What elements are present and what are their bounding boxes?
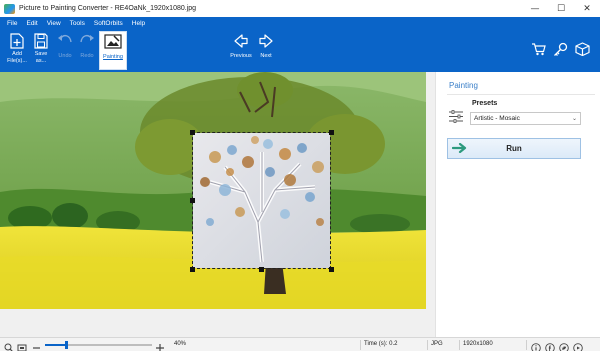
zoom-percent: 40% [174, 341, 187, 347]
status-separator [459, 340, 460, 350]
selection-handle-top-right[interactable] [329, 130, 334, 135]
save-as-button[interactable]: Save as... [31, 33, 51, 64]
zoom-slider-fill [45, 344, 66, 346]
ribbon-toolbar: Add File(s)... Save as... Undo Redo Pain… [0, 30, 600, 72]
zoom-in-icon[interactable] [155, 340, 165, 351]
box-icon[interactable] [575, 42, 590, 61]
zoom-fit-icon[interactable] [4, 340, 14, 351]
selection-handle-left[interactable] [190, 198, 195, 203]
maximize-button[interactable]: ☐ [548, 0, 574, 17]
image-canvas[interactable] [0, 72, 426, 309]
arrow-right-icon [259, 34, 273, 48]
undo-icon [58, 34, 72, 43]
previous-label: Previous [230, 53, 252, 59]
processing-time: Time (s): 0.2 [364, 341, 398, 347]
canvas-gutter [426, 72, 435, 337]
painting-tab[interactable]: Painting [99, 31, 127, 70]
image-dimensions: 1920x1080 [463, 341, 493, 347]
zoom-out-icon[interactable] [32, 340, 41, 351]
add-files-button[interactable]: Add File(s)... [6, 33, 28, 64]
selection-handle-bottom-right[interactable] [329, 267, 334, 272]
window-title: Picture to Painting Converter - RE4OaNk_… [19, 5, 197, 12]
facebook-icon[interactable] [545, 340, 555, 351]
close-button[interactable]: ✕ [574, 0, 600, 17]
key-icon[interactable] [553, 42, 568, 61]
zoom-slider[interactable] [45, 341, 152, 349]
presets-selected-value: Artistic - Mosaic [474, 115, 520, 122]
menu-file[interactable]: File [7, 20, 17, 27]
run-label: Run [506, 144, 522, 153]
add-file-icon [10, 33, 24, 49]
image-format: JPG [431, 341, 443, 347]
fit-screen-icon[interactable] [17, 340, 27, 351]
app-logo-icon [4, 3, 15, 14]
status-separator [360, 340, 361, 350]
minimize-button[interactable]: — [522, 0, 548, 17]
run-button[interactable]: Run [447, 138, 581, 159]
chevron-down-icon: ⌄ [571, 115, 577, 122]
status-separator [427, 340, 428, 350]
menu-edit[interactable]: Edit [26, 20, 37, 27]
next-button[interactable]: Next [256, 33, 276, 60]
menu-tools[interactable]: Tools [70, 20, 85, 27]
info-icon[interactable] [531, 340, 541, 351]
save-icon [34, 33, 48, 49]
painting-icon [104, 34, 122, 49]
presets-label: Presets [472, 100, 498, 107]
redo-label: Redo [80, 53, 94, 59]
undo-button[interactable]: Undo [55, 33, 75, 60]
redo-button[interactable]: Redo [77, 33, 97, 60]
painting-label: Painting [103, 54, 123, 60]
crop-selection[interactable] [192, 132, 331, 269]
menu-softorbits[interactable]: SoftOrbits [94, 20, 123, 27]
previous-button[interactable]: Previous [229, 33, 253, 60]
next-label: Next [260, 53, 272, 59]
presets-dropdown[interactable]: Artistic - Mosaic ⌄ [470, 112, 581, 125]
panel-title: Painting [449, 81, 478, 90]
ribbon-right-icons [524, 42, 590, 61]
menu-view[interactable]: View [47, 20, 61, 27]
panel-divider [447, 94, 595, 95]
cart-icon[interactable] [531, 42, 546, 61]
sliders-icon [449, 110, 463, 128]
youtube-icon[interactable] [573, 340, 583, 351]
save-as-label: Save as... [34, 51, 48, 64]
title-bar: Picture to Painting Converter - RE4OaNk_… [0, 0, 600, 17]
twitter-icon[interactable] [559, 340, 569, 351]
redo-icon [80, 34, 94, 43]
painting-panel: Painting Presets Artistic - Mosaic ⌄ Run [435, 72, 600, 337]
add-files-label: Add File(s)... [7, 51, 27, 64]
selection-handle-bottom-middle[interactable] [259, 267, 264, 272]
status-separator [526, 340, 527, 350]
arrow-left-icon [234, 34, 248, 48]
selection-handle-bottom-left[interactable] [190, 267, 195, 272]
status-bar: 40% Time (s): 0.2 JPG 1920x1080 [0, 337, 600, 351]
menu-help[interactable]: Help [132, 20, 145, 27]
menu-bar: File Edit View Tools SoftOrbits Help [0, 17, 600, 30]
canvas-background [0, 309, 435, 337]
selection-handle-top-left[interactable] [190, 130, 195, 135]
undo-label: Undo [58, 53, 72, 59]
zoom-slider-thumb[interactable] [65, 341, 68, 349]
window-controls: — ☐ ✕ [522, 0, 600, 17]
